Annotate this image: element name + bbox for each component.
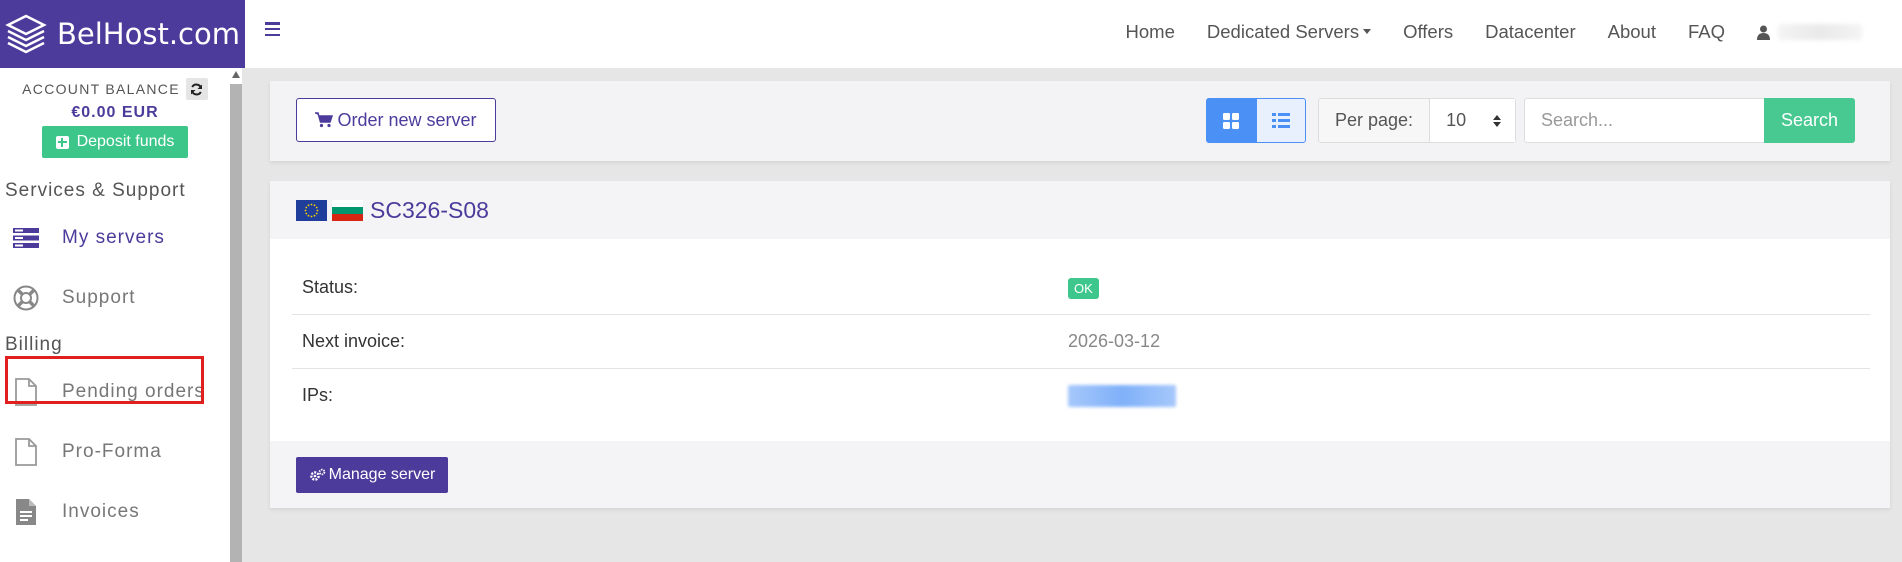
top-navbar: Home Dedicated Servers Offers Datacenter… — [245, 0, 1902, 68]
scroll-up-arrow-icon[interactable] — [232, 71, 240, 78]
nav-offers[interactable]: Offers — [1403, 21, 1453, 43]
scrollbar-thumb[interactable] — [230, 84, 242, 562]
user-icon — [1757, 25, 1770, 40]
detail-row-status: Status: OK — [292, 261, 1870, 315]
sidebar-item-support[interactable]: Support — [0, 268, 230, 328]
sidebar-scrollbar[interactable] — [230, 68, 242, 562]
status-badge: OK — [1068, 278, 1099, 299]
caret-down-icon — [1363, 29, 1372, 35]
invoice-icon — [10, 498, 42, 526]
nav-dedicated-servers-label: Dedicated Servers — [1206, 21, 1360, 42]
support-highlight-box — [5, 356, 204, 404]
brand-logo[interactable]: BelHost.com — [0, 0, 245, 68]
sidebar-item-my-servers[interactable]: My servers — [0, 208, 230, 268]
brand-name: BelHost.com — [57, 17, 240, 51]
detail-row-next-invoice: Next invoice: 2026-03-12 — [292, 315, 1870, 369]
per-page-label: Per page: — [1319, 99, 1431, 142]
detail-row-ips: IPs: — [292, 369, 1870, 422]
lifebuoy-icon — [10, 285, 42, 311]
nav-dedicated-servers[interactable]: Dedicated Servers — [1206, 21, 1372, 43]
ips-label: IPs: — [302, 385, 334, 405]
next-invoice-value: 2026-03-12 — [1068, 331, 1161, 351]
next-invoice-label: Next invoice: — [302, 331, 406, 351]
search-button[interactable]: Search — [1764, 98, 1855, 143]
user-name-redacted — [1778, 24, 1862, 40]
eu-flag-icon — [296, 199, 327, 221]
nav-faq[interactable]: FAQ — [1688, 21, 1725, 43]
server-card: SC326-S08 Status: OK Next invoice: 2026-… — [270, 181, 1890, 508]
manage-server-button[interactable]: Manage server — [296, 457, 448, 493]
order-new-server-button[interactable]: Order new server — [296, 98, 496, 142]
sidebar-item-pro-forma[interactable]: Pro-Forma — [0, 422, 230, 482]
sidebar: ACCOUNT BALANCE €0.00 EUR Deposit funds … — [0, 68, 230, 562]
order-new-server-label: Order new server — [337, 109, 477, 130]
sidebar-item-invoices[interactable]: Invoices — [0, 482, 230, 542]
select-updown-icon — [1493, 114, 1502, 127]
balance-label-row: ACCOUNT BALANCE — [22, 78, 208, 100]
hamburger-menu-icon[interactable] — [265, 22, 280, 36]
deposit-funds-label: Deposit funds — [76, 133, 175, 150]
per-page-control: Per page: 10 — [1318, 98, 1517, 143]
deposit-funds-button[interactable]: Deposit funds — [41, 126, 189, 158]
nav-datacenter[interactable]: Datacenter — [1485, 21, 1576, 43]
stack-logo-icon — [5, 14, 47, 54]
nav-about[interactable]: About — [1608, 21, 1656, 43]
server-details: Status: OK Next invoice: 2026-03-12 IPs: — [292, 261, 1870, 422]
refresh-icon[interactable] — [185, 78, 208, 100]
server-toolbar: Order new server Per page: 10 Search — [270, 81, 1890, 161]
account-balance-panel: ACCOUNT BALANCE €0.00 EUR Deposit funds — [0, 68, 230, 174]
sidebar-item-label: Invoices — [62, 501, 140, 522]
sidebar-item-label: Support — [62, 287, 136, 308]
nav-home[interactable]: Home — [1126, 21, 1175, 43]
ip-address-redacted — [1068, 384, 1176, 407]
list-view-button[interactable] — [1256, 98, 1306, 143]
server-name[interactable]: SC326-S08 — [370, 197, 489, 224]
shopping-cart-icon — [315, 112, 334, 128]
server-card-footer: Manage server — [270, 441, 1890, 508]
view-toggle — [1206, 98, 1306, 143]
cogs-icon — [309, 468, 325, 481]
user-menu[interactable] — [1757, 24, 1862, 40]
document-icon — [10, 438, 42, 466]
server-card-header: SC326-S08 — [270, 181, 1890, 239]
manage-server-label: Manage server — [328, 466, 436, 483]
per-page-select[interactable]: 10 — [1430, 99, 1516, 142]
bg-flag-icon — [332, 199, 363, 221]
list-icon — [1272, 113, 1290, 128]
grid-view-button[interactable] — [1206, 98, 1256, 143]
balance-amount: €0.00 EUR — [71, 104, 159, 121]
main-nav: Home Dedicated Servers Offers Datacenter… — [1094, 0, 1902, 64]
sidebar-item-label: My servers — [62, 227, 165, 248]
balance-label: ACCOUNT BALANCE — [22, 81, 180, 97]
per-page-value: 10 — [1446, 110, 1467, 130]
grid-icon — [1223, 112, 1239, 129]
sidebar-item-label: Pro-Forma — [62, 441, 162, 462]
status-label: Status: — [302, 277, 359, 297]
section-title-services: Services & Support — [5, 180, 186, 201]
plus-square-icon — [55, 135, 69, 149]
servers-icon — [10, 227, 42, 249]
search-input[interactable] — [1524, 98, 1764, 143]
